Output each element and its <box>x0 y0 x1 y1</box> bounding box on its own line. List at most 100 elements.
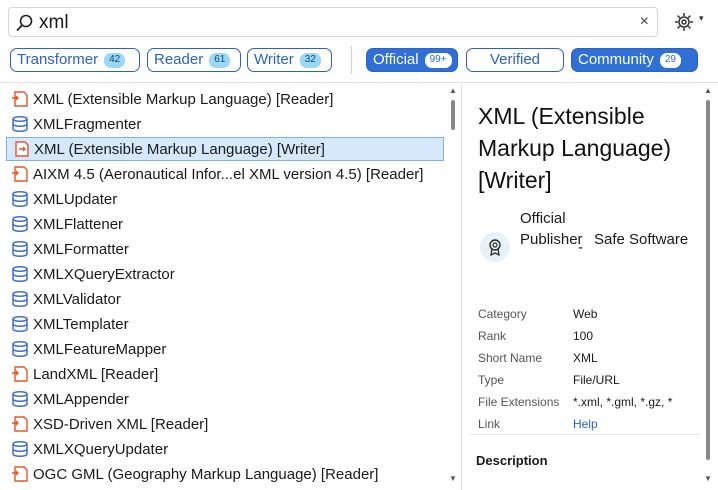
official-award-icon <box>480 232 510 262</box>
transformer-icon <box>10 265 30 283</box>
transformer-icon <box>10 115 30 133</box>
description-divider <box>470 434 700 435</box>
filter-official-chip[interactable]: Official 99+ <box>366 48 458 72</box>
filter-count-badge: 32 <box>299 52 321 68</box>
list-item-selected[interactable]: XML (Extensible Markup Language) [Writer… <box>6 137 444 161</box>
property-row: Category Web <box>478 303 672 325</box>
settings-gear-icon[interactable] <box>673 11 695 33</box>
publisher-name: Safe Software <box>594 231 689 248</box>
filter-count-badge: 99+ <box>424 52 452 68</box>
header-divider <box>0 82 718 83</box>
scroll-up-arrow[interactable]: ▲ <box>704 86 712 95</box>
filter-count-badge: 42 <box>104 52 126 68</box>
property-key: Rank <box>478 329 507 343</box>
scroll-down-arrow[interactable]: ▼ <box>449 474 457 483</box>
list-item[interactable]: XMLFeatureMapper <box>6 337 444 361</box>
search-input[interactable]: xml <box>39 11 69 35</box>
list-item[interactable]: OGC GML (Geography Markup Language) [Rea… <box>6 462 444 486</box>
list-item-label: XMLFragmenter <box>33 115 142 133</box>
list-item[interactable]: XML (Extensible Markup Language) [Reader… <box>6 87 444 111</box>
list-item-label: XMLXQueryUpdater <box>33 440 169 458</box>
transformer-icon <box>10 315 30 333</box>
list-item-label: XMLFlattener <box>33 215 124 233</box>
property-row: Rank 100 <box>478 325 672 347</box>
reader-icon <box>10 165 30 183</box>
list-item-label: LandXML [Reader] <box>33 365 159 383</box>
filter-reader-chip[interactable]: Reader 61 <box>147 48 241 72</box>
transformer-icon <box>10 390 30 408</box>
transformer-icon <box>10 290 30 308</box>
scrollbar-thumb[interactable] <box>706 100 710 460</box>
detail-scrollbar[interactable]: ▲ ▼ <box>702 86 714 486</box>
results-scrollbar[interactable]: ▲ ▼ <box>448 86 458 486</box>
list-item-label: XMLXQueryExtractor <box>33 265 175 283</box>
filter-transformer-chip[interactable]: Transformer 42 <box>10 48 140 72</box>
reader-icon <box>10 465 30 483</box>
list-item[interactable]: XMLUpdater <box>6 187 444 211</box>
filter-label: Official <box>373 51 419 68</box>
property-value: 100 <box>573 329 594 343</box>
description-heading: Description <box>476 453 548 468</box>
list-item[interactable]: XMLXQueryExtractor <box>6 262 444 286</box>
filter-label: Transformer <box>17 51 99 68</box>
reader-icon <box>10 365 30 383</box>
list-item-label: XMLTemplater <box>33 315 129 333</box>
list-item[interactable]: AIXM 4.5 (Aeronautical Infor...el XML ve… <box>6 162 444 186</box>
property-key: Category <box>478 307 527 321</box>
property-key: Type <box>478 373 505 387</box>
list-item[interactable]: XMLAppender <box>6 387 444 411</box>
filter-count-badge: 29 <box>659 52 681 68</box>
filter-separator <box>351 46 352 74</box>
property-key: File Extensions <box>478 395 560 409</box>
list-item[interactable]: XMLFlattener <box>6 212 444 236</box>
list-item-label: OGC GML (Geography Markup Language) [Rea… <box>33 465 379 483</box>
property-key: Link <box>478 417 501 431</box>
property-value: *.xml, *.gml, *.gz, * <box>573 395 673 409</box>
property-row: Link Help <box>478 413 672 435</box>
search-icon <box>16 14 33 31</box>
filter-community-chip[interactable]: Community 29 <box>571 48 698 72</box>
properties-table: Category Web Rank 100 Short Name XML Type Fi… <box>478 303 672 435</box>
property-row: Short Name XML <box>478 347 672 369</box>
publisher-separator: - <box>578 239 583 256</box>
transformer-icon <box>10 440 30 458</box>
list-item[interactable]: XMLValidator <box>6 287 444 311</box>
transformer-icon <box>10 240 30 258</box>
list-item[interactable]: XMLXQueryUpdater <box>6 437 444 461</box>
scroll-down-arrow[interactable]: ▼ <box>704 474 712 483</box>
filter-verified-chip[interactable]: Verified <box>466 48 564 72</box>
property-value: Web <box>573 307 598 321</box>
list-item-label: XMLUpdater <box>33 190 118 208</box>
property-key: Short Name <box>478 351 543 365</box>
list-item[interactable]: XMLTemplater <box>6 312 444 336</box>
publisher-type: Official Publisher <box>520 210 583 248</box>
property-value: XML <box>573 351 598 365</box>
list-item[interactable]: XMLFormatter <box>6 237 444 261</box>
results-list[interactable]: XML (Extensible Markup Language) [Reader… <box>0 86 447 486</box>
list-item-label: XSD-Driven XML [Reader] <box>33 415 209 433</box>
list-item-label: XMLFeatureMapper <box>33 340 167 358</box>
reader-icon <box>10 415 30 433</box>
list-item[interactable]: XSD-Driven XML [Reader] <box>6 412 444 436</box>
transformer-icon <box>10 215 30 233</box>
list-item[interactable]: XMLFragmenter <box>6 112 444 136</box>
writer-icon <box>11 140 31 158</box>
detail-title: XML (Extensible Markup Language) [Writer… <box>478 103 672 193</box>
detail-pane: XML (Extensible Markup Language) [Writer… <box>462 84 702 490</box>
settings-dropdown-caret[interactable]: ▾ <box>699 13 704 24</box>
list-item-label: XMLFormatter <box>33 240 129 258</box>
clear-search-button[interactable]: × <box>640 12 649 32</box>
property-row: File Extensions *.xml, *.gml, *.gz, * <box>478 391 672 413</box>
scroll-up-arrow[interactable]: ▲ <box>449 86 457 95</box>
filter-label: Community <box>578 51 654 68</box>
scrollbar-thumb[interactable] <box>451 100 455 130</box>
list-item-label: AIXM 4.5 (Aeronautical Infor...el XML ve… <box>33 165 424 183</box>
filter-writer-chip[interactable]: Writer 32 <box>247 48 332 72</box>
list-item-label: XMLValidator <box>33 290 121 308</box>
list-item-label: XML (Extensible Markup Language) [Writer… <box>34 140 325 158</box>
help-link[interactable]: Help <box>573 417 598 431</box>
filter-label: Writer <box>254 51 294 68</box>
list-item[interactable]: LandXML [Reader] <box>6 362 444 386</box>
reader-icon <box>10 90 30 108</box>
search-box[interactable]: xml × <box>8 7 658 37</box>
